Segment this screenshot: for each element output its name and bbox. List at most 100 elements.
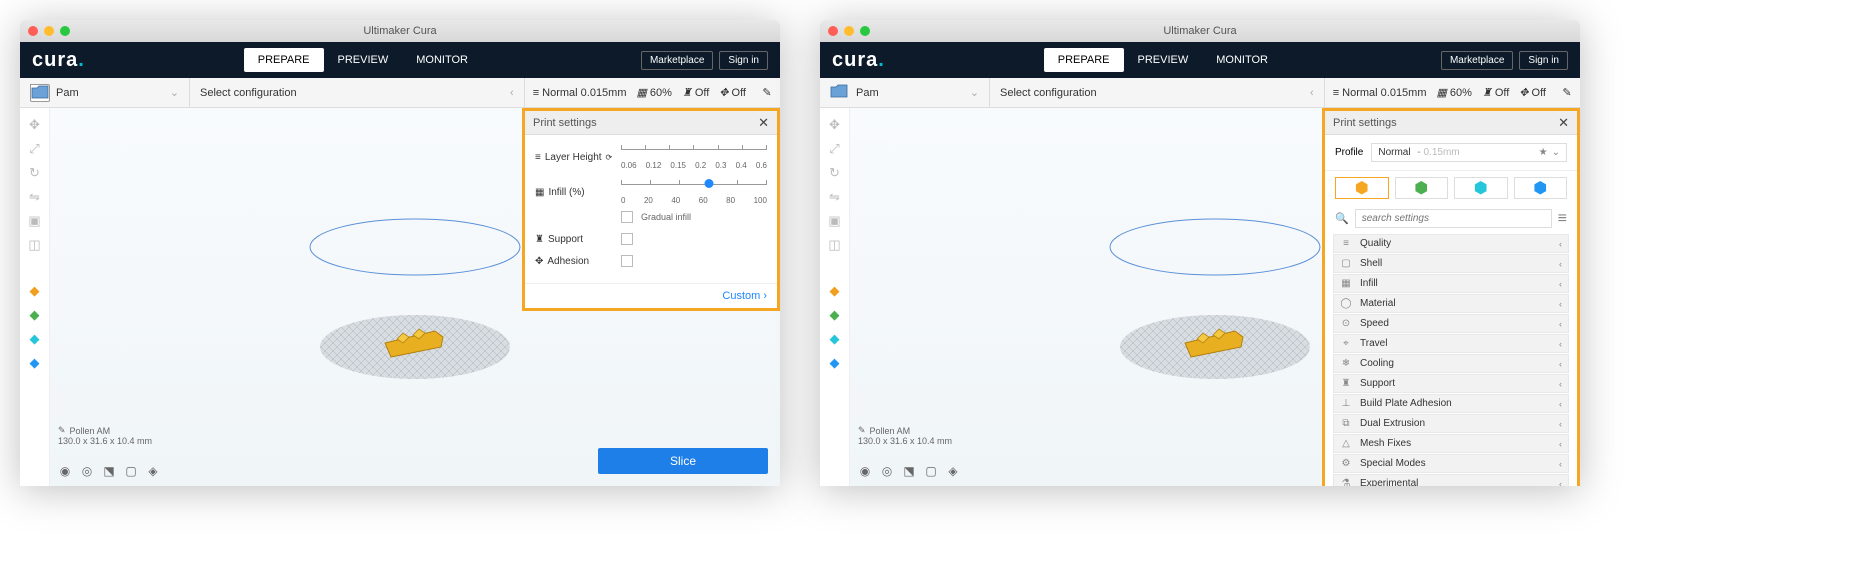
- mirror-tool-icon[interactable]: ⇋: [24, 186, 46, 208]
- category-special-modes[interactable]: ⚙Special Modes‹: [1333, 454, 1569, 473]
- view-layer-icon[interactable]: ⬔: [102, 464, 116, 478]
- category-quality[interactable]: ≡Quality‹: [1333, 234, 1569, 253]
- category-label: Mesh Fixes: [1360, 438, 1411, 449]
- viewport[interactable]: ✎Pollen AM 130.0 x 31.6 x 10.4 mm ◉ ◎ ⬔ …: [50, 108, 780, 486]
- layer-height-slider[interactable]: 0.060.120.150.20.30.40.6: [621, 145, 767, 170]
- edit-settings-button[interactable]: ✎: [1554, 80, 1580, 106]
- view-layer-icon[interactable]: ⬔: [902, 464, 916, 478]
- chevron-down-icon: ⌄: [1552, 147, 1560, 158]
- search-input[interactable]: [1355, 209, 1552, 228]
- summary-infill: 60%: [650, 87, 672, 99]
- badge-teal-icon[interactable]: ◆: [824, 328, 846, 350]
- window-title: Ultimaker Cura: [820, 25, 1580, 37]
- gradual-infill-checkbox[interactable]: [621, 211, 633, 223]
- mesh-tool-icon[interactable]: ▣: [824, 210, 846, 232]
- category-travel[interactable]: ⌖Travel‹: [1333, 334, 1569, 353]
- category-experimental[interactable]: ⚗Experimental‹: [1333, 474, 1569, 486]
- category-speed[interactable]: ⊙Speed‹: [1333, 314, 1569, 333]
- chevron-down-icon[interactable]: ⌄: [970, 86, 979, 99]
- category-label: Build Plate Adhesion: [1360, 398, 1452, 409]
- marketplace-button[interactable]: Marketplace: [1441, 51, 1513, 70]
- chevron-down-icon[interactable]: ⌄: [170, 86, 179, 99]
- badge-blue-icon[interactable]: ◆: [24, 352, 46, 374]
- category-label: Speed: [1360, 318, 1389, 329]
- scale-tool-icon[interactable]: ⤢: [824, 138, 846, 160]
- support-tool-icon[interactable]: ◫: [824, 234, 846, 256]
- category-icon: ⧉: [1340, 418, 1352, 429]
- support-icon: ♜: [1482, 86, 1492, 99]
- extruder-4-tab[interactable]: ⬢: [1514, 177, 1568, 199]
- move-tool-icon[interactable]: ✥: [24, 114, 46, 136]
- view-iso-icon[interactable]: ◈: [946, 464, 960, 478]
- support-checkbox[interactable]: [621, 233, 633, 245]
- support-tool-icon[interactable]: ◫: [24, 234, 46, 256]
- open-file-label[interactable]: Pam: [56, 87, 79, 99]
- open-file-label[interactable]: Pam: [856, 87, 879, 99]
- folder-icon[interactable]: [830, 84, 850, 102]
- category-cooling[interactable]: ❄Cooling‹: [1333, 354, 1569, 373]
- infill-slider[interactable]: 020406080100: [621, 180, 767, 205]
- signin-button[interactable]: Sign in: [719, 51, 768, 70]
- mesh-tool-icon[interactable]: ▣: [24, 210, 46, 232]
- scale-tool-icon[interactable]: ⤢: [24, 138, 46, 160]
- move-tool-icon[interactable]: ✥: [824, 114, 846, 136]
- marketplace-button[interactable]: Marketplace: [641, 51, 713, 70]
- viewport[interactable]: ✎Pollen AM 130.0 x 31.6 x 10.4 mm ◉ ◎ ⬔ …: [850, 108, 1580, 486]
- pencil-icon: ✎: [858, 425, 866, 436]
- profile-selector[interactable]: Normal - 0.15mm ★⌄: [1371, 143, 1567, 162]
- category-shell[interactable]: ▢Shell‹: [1333, 254, 1569, 273]
- model-dimensions: 130.0 x 31.6 x 10.4 mm: [58, 436, 152, 446]
- view-front-icon[interactable]: ▢: [124, 464, 138, 478]
- tab-prepare[interactable]: PREPARE: [244, 48, 324, 72]
- extruder-1-tab[interactable]: ⬢: [1335, 177, 1389, 199]
- slice-button[interactable]: Slice: [598, 448, 768, 474]
- edit-settings-button[interactable]: ✎: [754, 80, 780, 106]
- view-front-icon[interactable]: ▢: [924, 464, 938, 478]
- support-icon: ♜: [535, 234, 544, 245]
- folder-icon[interactable]: [30, 84, 50, 102]
- signin-button[interactable]: Sign in: [1519, 51, 1568, 70]
- topbar: cura. PREPARE PREVIEW MONITOR Marketplac…: [20, 42, 780, 78]
- tab-prepare[interactable]: PREPARE: [1044, 48, 1124, 72]
- category-infill[interactable]: ▦Infill‹: [1333, 274, 1569, 293]
- mirror-tool-icon[interactable]: ⇋: [824, 186, 846, 208]
- extruder-icon: ⬢: [1533, 178, 1547, 198]
- settings-summary[interactable]: ≡Normal 0.015mm ▦60% ♜Off ✥Off: [525, 86, 754, 99]
- badge-green-icon[interactable]: ◆: [24, 304, 46, 326]
- settings-summary[interactable]: ≡Normal 0.015mm ▦60% ♜Off ✥Off: [1325, 86, 1554, 99]
- badge-orange-icon[interactable]: ◆: [824, 280, 846, 302]
- config-selector[interactable]: Select configuration: [200, 87, 297, 99]
- category-support[interactable]: ♜Support‹: [1333, 374, 1569, 393]
- rotate-tool-icon[interactable]: ↻: [24, 162, 46, 184]
- badge-teal-icon[interactable]: ◆: [24, 328, 46, 350]
- badge-orange-icon[interactable]: ◆: [24, 280, 46, 302]
- rotate-tool-icon[interactable]: ↻: [824, 162, 846, 184]
- view-xray-icon[interactable]: ◎: [880, 464, 894, 478]
- tab-monitor[interactable]: MONITOR: [402, 48, 482, 72]
- custom-mode-link[interactable]: Custom›: [722, 290, 767, 302]
- category-dual-extrusion[interactable]: ⧉Dual Extrusion‹: [1333, 414, 1569, 433]
- category-icon: ♜: [1340, 378, 1352, 389]
- adhesion-icon: ✥: [535, 256, 543, 267]
- category-build-plate-adhesion[interactable]: ⊥Build Plate Adhesion‹: [1333, 394, 1569, 413]
- config-selector[interactable]: Select configuration: [1000, 87, 1097, 99]
- extruder-2-tab[interactable]: ⬢: [1395, 177, 1449, 199]
- badge-blue-icon[interactable]: ◆: [824, 352, 846, 374]
- view-solid-icon[interactable]: ◉: [58, 464, 72, 478]
- category-mesh-fixes[interactable]: △Mesh Fixes‹: [1333, 434, 1569, 453]
- tab-preview[interactable]: PREVIEW: [324, 48, 403, 72]
- view-solid-icon[interactable]: ◉: [858, 464, 872, 478]
- close-icon[interactable]: ✕: [1558, 115, 1569, 131]
- badge-green-icon[interactable]: ◆: [824, 304, 846, 326]
- tab-monitor[interactable]: MONITOR: [1202, 48, 1282, 72]
- extruder-3-tab[interactable]: ⬢: [1454, 177, 1508, 199]
- adhesion-checkbox[interactable]: [621, 255, 633, 267]
- summary-support: Off: [695, 87, 709, 99]
- view-iso-icon[interactable]: ◈: [146, 464, 160, 478]
- buildplate-graphic: [1085, 207, 1345, 407]
- menu-icon[interactable]: ≡: [1558, 210, 1567, 228]
- view-xray-icon[interactable]: ◎: [80, 464, 94, 478]
- tab-preview[interactable]: PREVIEW: [1124, 48, 1203, 72]
- close-icon[interactable]: ✕: [758, 115, 769, 131]
- category-material[interactable]: ◯Material‹: [1333, 294, 1569, 313]
